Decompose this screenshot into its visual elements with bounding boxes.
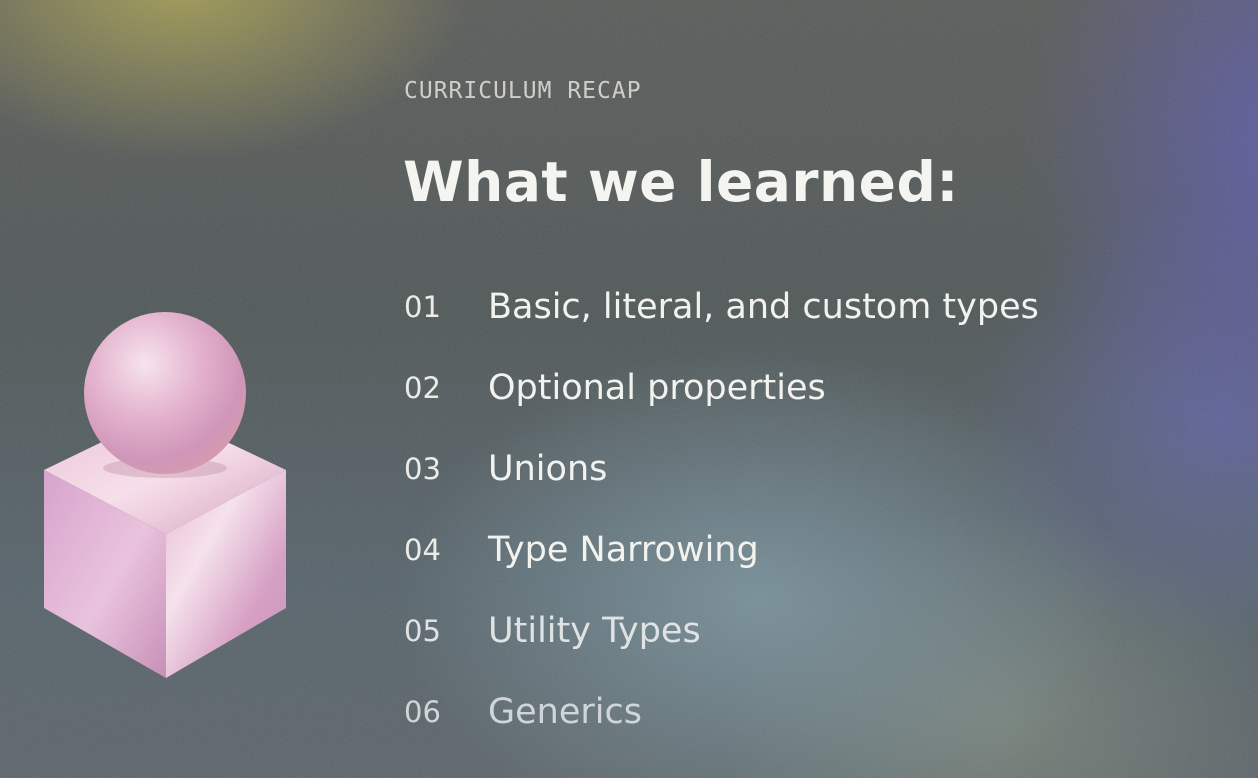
topic-item-04: 04 Type Narrowing (404, 509, 1039, 590)
topic-label: Utility Types (488, 610, 701, 651)
topic-number: 05 (404, 613, 441, 648)
curriculum-recap-eyebrow: CURRICULUM RECAP (404, 78, 642, 104)
topic-number: 02 (404, 370, 441, 405)
topic-label: Type Narrowing (488, 529, 759, 570)
topic-label: Generics (488, 691, 642, 732)
topic-label: Basic, literal, and custom types (488, 286, 1039, 327)
topic-item-06: 06 Generics (404, 671, 1039, 752)
topic-item-03: 03 Unions (404, 428, 1039, 509)
page-title: What we learned: (403, 150, 959, 214)
topic-number: 03 (404, 451, 441, 486)
topic-item-02: 02 Optional properties (404, 347, 1039, 428)
topic-label: Optional properties (488, 367, 826, 408)
topic-list: 01 Basic, literal, and custom types 02 O… (404, 266, 1039, 752)
topic-number: 01 (404, 289, 441, 324)
topic-number: 06 (404, 694, 441, 729)
topic-label: Unions (488, 448, 608, 489)
topic-item-01: 01 Basic, literal, and custom types (404, 266, 1039, 347)
topic-number: 04 (404, 532, 441, 567)
topic-item-05: 05 Utility Types (404, 590, 1039, 671)
sphere-on-cube-illustration (44, 312, 286, 678)
